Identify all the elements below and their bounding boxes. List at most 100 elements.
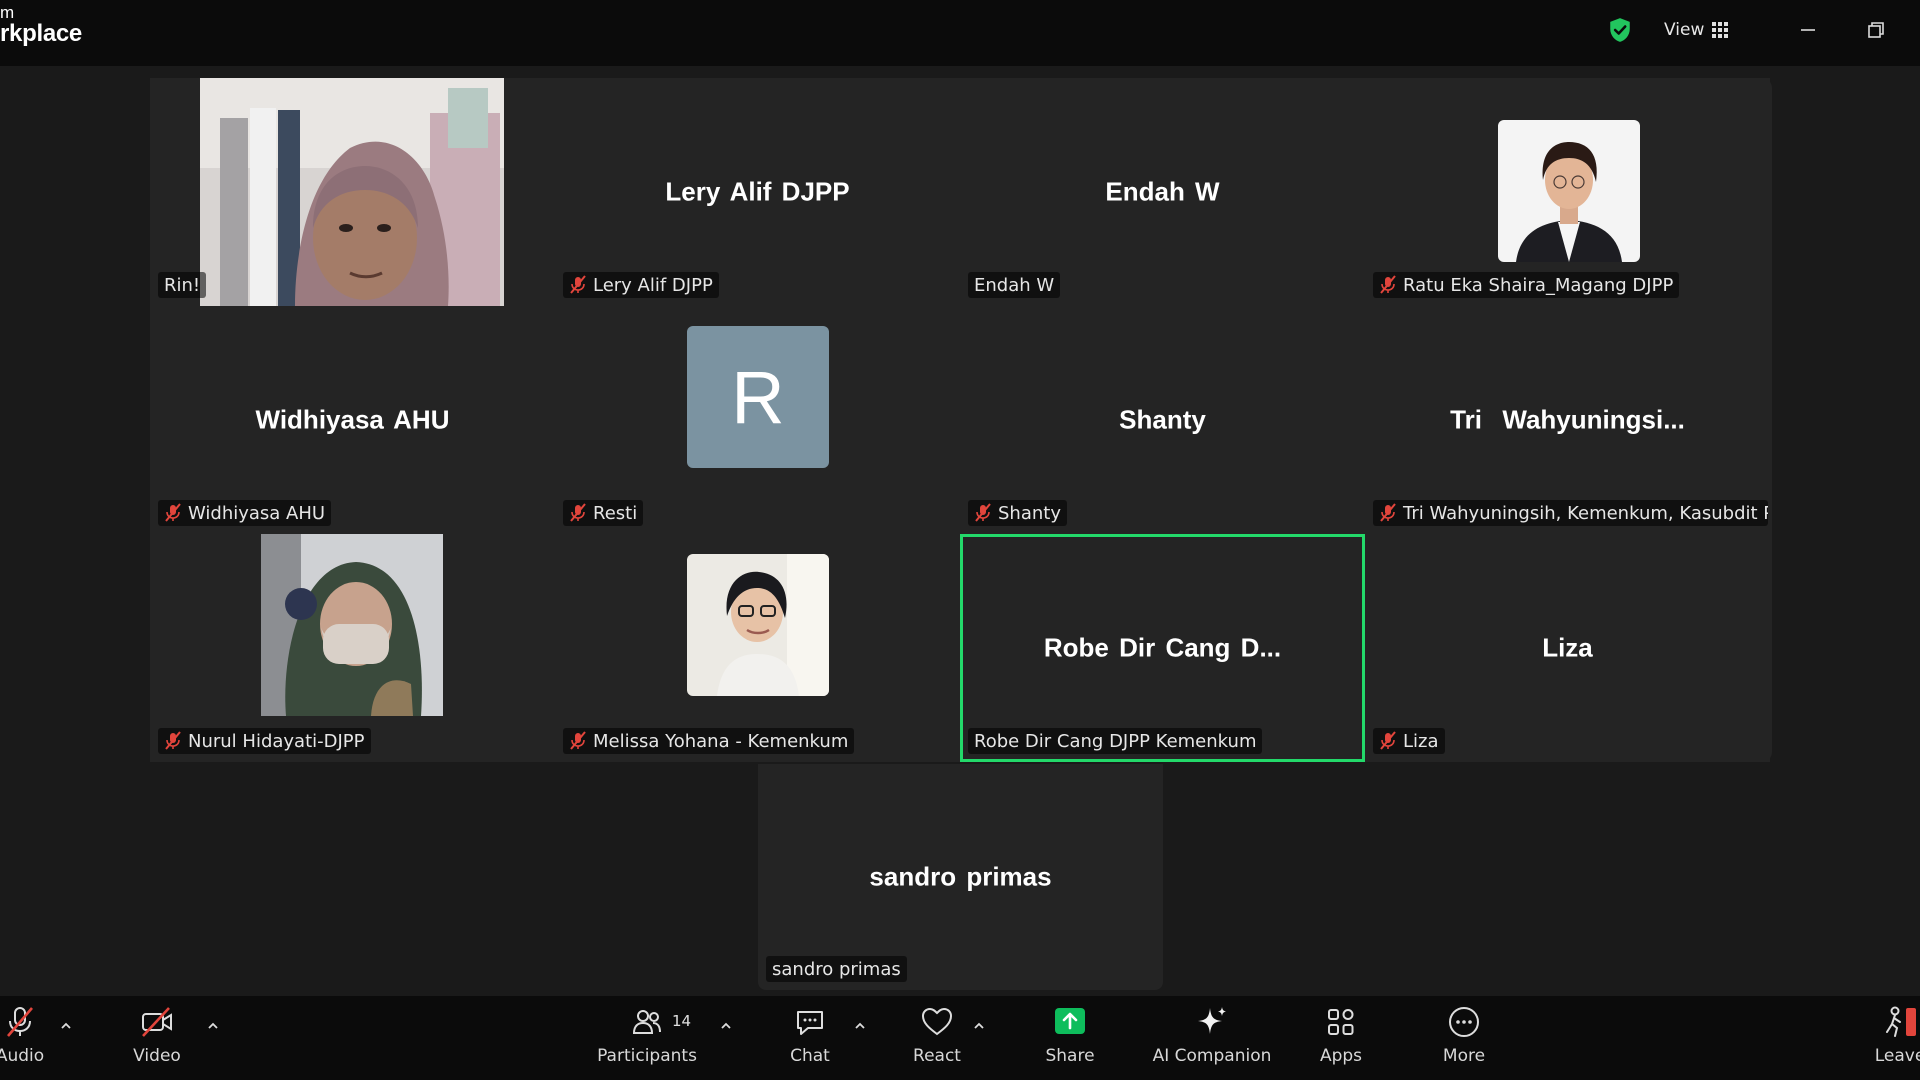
leave-label: Leave xyxy=(1874,1046,1920,1066)
participant-label: Rin! xyxy=(158,272,207,298)
apps-button[interactable]: Apps xyxy=(1281,1004,1401,1066)
participant-video-rin xyxy=(200,78,504,306)
participant-tile-ratu[interactable]: Ratu Eka Shaira_Magang DJPP xyxy=(1365,78,1770,306)
participant-label: Robe Dir Cang DJPP Kemenkum xyxy=(968,728,1263,754)
participant-label: Shanty xyxy=(968,500,1067,526)
muted-mic-icon xyxy=(570,503,586,522)
participant-label: Tri Wahyuningsih, Kemenkum, Kasubdit P..… xyxy=(1373,500,1768,526)
participants-options-chevron-up-icon[interactable] xyxy=(718,1018,734,1034)
participant-tile-endah[interactable]: Endah W Endah W xyxy=(960,78,1365,306)
react-label: React xyxy=(913,1046,961,1066)
muted-mic-icon xyxy=(570,275,586,294)
participant-display-name: Shanty xyxy=(1119,404,1206,435)
apps-label: Apps xyxy=(1319,1046,1363,1066)
participant-label: Melissa Yohana - Kemenkum xyxy=(563,728,855,754)
video-options-chevron-up-icon[interactable] xyxy=(205,1018,221,1034)
app-title-line2: rkplace xyxy=(0,20,82,47)
participant-name: Nurul Hidayati-DJPP xyxy=(188,730,365,752)
sparkle-icon xyxy=(1198,1007,1226,1034)
participant-photo-nurul xyxy=(261,534,443,716)
participant-tile-tri[interactable]: Tri Wahyuningsi... Tri Wahyuningsih, Kem… xyxy=(1365,306,1770,534)
muted-mic-icon xyxy=(1380,503,1396,522)
participant-display-name: Liza xyxy=(1542,632,1593,663)
more-button[interactable]: More xyxy=(1404,1004,1524,1066)
apps-icon xyxy=(1328,1009,1354,1035)
participant-name: Resti xyxy=(593,502,638,524)
share-button[interactable]: Share xyxy=(1010,1004,1130,1066)
restore-window-icon[interactable] xyxy=(1864,18,1888,42)
chat-button[interactable]: Chat xyxy=(750,1004,870,1066)
participant-name: Widhiyasa AHU xyxy=(188,502,326,524)
participant-label: Widhiyasa AHU xyxy=(158,500,332,526)
video-off-icon xyxy=(142,1007,172,1037)
minimize-icon[interactable] xyxy=(1796,18,1820,42)
audio-button[interactable]: Audio xyxy=(0,1004,80,1066)
participant-display-name: Lery Alif DJPP xyxy=(665,176,850,207)
react-button[interactable]: React xyxy=(877,1004,997,1066)
view-label: View xyxy=(1664,20,1705,40)
chat-label: Chat xyxy=(790,1046,830,1066)
participant-display-name: Endah W xyxy=(1105,176,1220,207)
video-button[interactable]: Video xyxy=(97,1004,217,1066)
participant-label: sandro primas xyxy=(766,956,907,982)
muted-mic-icon xyxy=(1380,731,1396,750)
participant-tile-nurul[interactable]: Nurul Hidayati-DJPP xyxy=(150,534,555,762)
gallery-view: Rin! Lery Alif DJPP Lery Alif DJPP Endah… xyxy=(150,78,1772,762)
participant-tile-widhiyasa[interactable]: Widhiyasa AHU Widhiyasa AHU xyxy=(150,306,555,534)
participant-tile-rin[interactable]: Rin! xyxy=(150,78,555,306)
participants-label: Participants xyxy=(597,1046,697,1066)
grid-view-icon xyxy=(1712,22,1729,38)
meeting-stage: Rin! Lery Alif DJPP Lery Alif DJPP Endah… xyxy=(0,66,1920,996)
participant-tile-sandro[interactable]: sandro primas sandro primas xyxy=(758,764,1163,990)
participant-label: Resti xyxy=(563,500,644,526)
participant-label: Nurul Hidayati-DJPP xyxy=(158,728,371,754)
participant-tile-shanty[interactable]: Shanty Shanty xyxy=(960,306,1365,534)
participant-label: Ratu Eka Shaira_Magang DJPP xyxy=(1373,272,1680,298)
muted-mic-icon xyxy=(1380,275,1396,294)
participant-tile-resti[interactable]: R Resti xyxy=(555,306,960,534)
shield-check-icon[interactable] xyxy=(1607,17,1633,43)
audio-label: Audio xyxy=(0,1046,45,1066)
participant-name: Shanty xyxy=(998,502,1061,524)
participant-label: Liza xyxy=(1373,728,1445,754)
share-label: Share xyxy=(1045,1046,1095,1066)
participant-label: Endah W xyxy=(968,272,1061,298)
participant-name: Tri Wahyuningsih, Kemenkum, Kasubdit P..… xyxy=(1403,502,1768,524)
leave-button[interactable]: Leave xyxy=(1840,1004,1920,1066)
participant-display-name: Robe Dir Cang D... xyxy=(1043,632,1282,663)
app-title: m rkplace xyxy=(0,4,82,46)
muted-mic-icon xyxy=(165,731,181,750)
participant-name: Lery Alif DJPP xyxy=(593,274,713,296)
share-screen-icon xyxy=(1055,1008,1085,1034)
participants-icon xyxy=(632,1010,661,1034)
participant-name: Liza xyxy=(1403,730,1439,752)
participant-photo-ratu xyxy=(1498,120,1640,262)
participant-display-name: sandro primas xyxy=(869,861,1052,892)
participant-tile-liza[interactable]: Liza Liza xyxy=(1365,534,1770,762)
muted-mic-icon xyxy=(570,731,586,750)
leave-icon xyxy=(1886,1006,1916,1037)
muted-mic-icon xyxy=(165,503,181,522)
participant-tile-lery[interactable]: Lery Alif DJPP Lery Alif DJPP xyxy=(555,78,960,306)
participants-count: 14 xyxy=(672,1012,692,1030)
participant-name: sandro primas xyxy=(772,958,901,980)
ai-companion-label: AI Companion xyxy=(1152,1046,1272,1066)
participant-photo-melissa xyxy=(687,554,829,696)
participant-tile-melissa[interactable]: Melissa Yohana - Kemenkum xyxy=(555,534,960,762)
more-label: More xyxy=(1442,1046,1486,1066)
react-options-chevron-up-icon[interactable] xyxy=(971,1018,987,1034)
video-label: Video xyxy=(133,1046,181,1066)
meeting-toolbar: Audio Video Participants 14 Chat React S… xyxy=(0,996,1920,1080)
participant-display-name: Widhiyasa AHU xyxy=(255,404,450,435)
mic-muted-icon xyxy=(7,1007,33,1037)
chat-options-chevron-up-icon[interactable] xyxy=(852,1018,868,1034)
audio-options-chevron-up-icon[interactable] xyxy=(58,1018,74,1034)
heart-icon xyxy=(921,1007,953,1036)
view-button[interactable]: View xyxy=(1664,16,1729,44)
participant-initial-avatar: R xyxy=(687,326,829,468)
participant-name: Robe Dir Cang DJPP Kemenkum xyxy=(974,730,1257,752)
muted-mic-icon xyxy=(975,503,991,522)
ai-companion-button[interactable]: AI Companion xyxy=(1152,1004,1272,1066)
participant-display-name: Tri Wahyuningsi... xyxy=(1450,404,1685,435)
participant-tile-robe-active-speaker[interactable]: Robe Dir Cang D... Robe Dir Cang DJPP Ke… xyxy=(960,534,1365,762)
